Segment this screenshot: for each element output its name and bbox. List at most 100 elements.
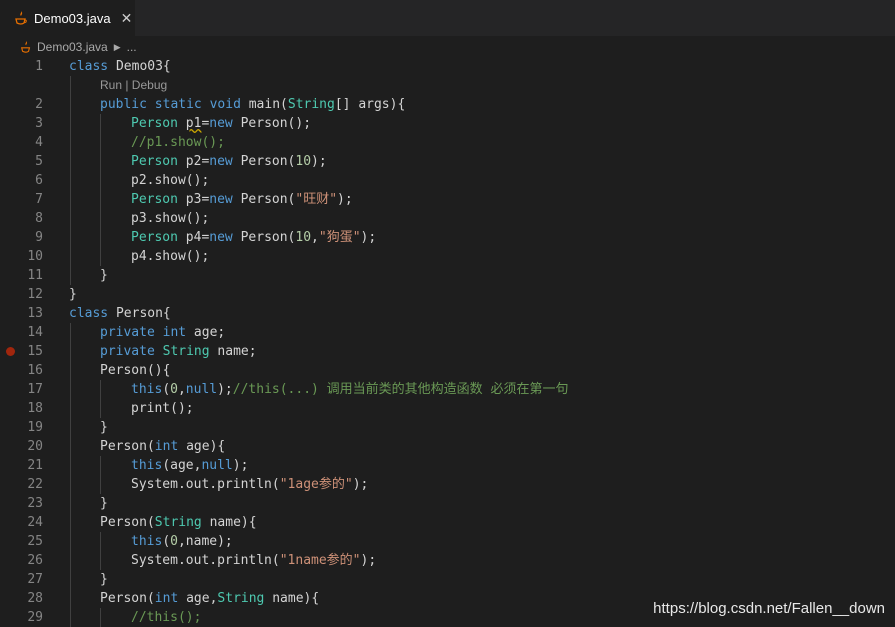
code-token: Person xyxy=(131,192,178,207)
line-number: 14 xyxy=(27,325,43,340)
code-token: private xyxy=(100,344,155,359)
code-token: ); xyxy=(311,154,327,169)
code-line[interactable]: 8 p3.show(); xyxy=(0,209,895,228)
code-line[interactable]: 25 this(0,name); xyxy=(0,532,895,551)
indent-guide xyxy=(100,380,101,399)
line-number: 1 xyxy=(35,59,43,74)
code-line[interactable]: 21 this(age,null); xyxy=(0,456,895,475)
code-token: p1 xyxy=(185,116,202,131)
code-line[interactable]: 7 Person p3=new Person("旺财"); xyxy=(0,190,895,209)
line-number: 27 xyxy=(27,572,43,587)
code-token: name; xyxy=(209,344,257,359)
code-line[interactable]: 22 System.out.println("1age参的"); xyxy=(0,475,895,494)
code-token: } xyxy=(69,287,77,302)
code-line[interactable]: 14 private int age; xyxy=(0,323,895,342)
code-token: p3= xyxy=(177,192,210,207)
code-line[interactable]: 10 p4.show(); xyxy=(0,247,895,266)
code-token: static xyxy=(154,97,202,112)
code-token: int xyxy=(154,439,179,454)
code-token: void xyxy=(209,97,241,112)
tab-label: Demo03.java xyxy=(34,10,111,26)
code-line[interactable]: 13 class Person{ xyxy=(0,304,895,323)
code-token: } xyxy=(100,496,108,511)
close-icon[interactable]: ✕ xyxy=(121,10,133,27)
code-line[interactable]: 2 public static void main(String[] args){ xyxy=(0,95,895,114)
line-number: 24 xyxy=(27,515,43,530)
java-file-icon xyxy=(20,40,32,54)
code-token: //this(...) 调用当前类的其他构造函数 必须在第一句 xyxy=(232,382,569,397)
code-token: age){ xyxy=(178,439,226,454)
code-token: private xyxy=(100,325,155,340)
code-line[interactable]: 17 this(0,null);//this(...) 调用当前类的其他构造函数 … xyxy=(0,380,895,399)
code-text: class Demo03{ xyxy=(69,57,171,76)
line-number: 25 xyxy=(27,534,43,549)
indent-guide xyxy=(70,456,71,475)
code-line[interactable]: 4 //p1.show(); xyxy=(0,133,895,152)
indent-guide xyxy=(70,437,71,456)
code-line[interactable]: 20 Person(int age){ xyxy=(0,437,895,456)
code-line[interactable]: 6 p2.show(); xyxy=(0,171,895,190)
code-token: System.out.println( xyxy=(131,553,280,568)
indent-guide xyxy=(70,608,71,627)
code-line[interactable]: 16 Person(){ xyxy=(0,361,895,380)
breadcrumb-more[interactable]: ... xyxy=(127,40,137,54)
indent-guide xyxy=(70,513,71,532)
code-line[interactable]: 12} xyxy=(0,285,895,304)
code-token: p4= xyxy=(177,230,210,245)
code-text: System.out.println("1name参的"); xyxy=(131,551,376,570)
code-line[interactable]: 5 Person p2=new Person(10); xyxy=(0,152,895,171)
code-token: 10 xyxy=(295,230,312,245)
code-text: Person(String name){ xyxy=(100,513,257,532)
code-token: , xyxy=(311,230,319,245)
code-line[interactable]: 19} xyxy=(0,418,895,437)
code-text: private int age; xyxy=(100,323,225,342)
indent-guide xyxy=(70,95,71,114)
code-line[interactable]: 18 print(); xyxy=(0,399,895,418)
code-line[interactable]: 1 class Demo03{ xyxy=(0,57,895,76)
line-number: 3 xyxy=(35,116,43,131)
code-token: age, xyxy=(178,591,218,606)
code-token: ); xyxy=(360,553,377,568)
line-number: 26 xyxy=(27,553,43,568)
indent-guide xyxy=(70,418,71,437)
code-line[interactable]: 9 Person p4=new Person(10,"狗蛋"); xyxy=(0,228,895,247)
code-line[interactable]: 24 Person(String name){ xyxy=(0,513,895,532)
code-editor[interactable]: 1 class Demo03{Run | Debug 2 public static … xyxy=(0,57,895,627)
line-number: 11 xyxy=(27,268,43,283)
code-token: [] args){ xyxy=(334,97,406,112)
tab-demo03-java[interactable]: Demo03.java ✕ xyxy=(0,0,135,36)
line-number: 15 xyxy=(27,344,43,359)
indent-guide xyxy=(70,551,71,570)
code-token: //p1.show(); xyxy=(131,135,225,150)
indent-guide xyxy=(100,209,101,228)
code-token: p2= xyxy=(177,154,210,169)
chevron-right-icon: ▶ xyxy=(113,41,121,52)
code-token: ); xyxy=(232,458,249,473)
code-text: Person p1=new Person(); xyxy=(131,114,311,133)
indent-guide xyxy=(100,399,101,418)
breadcrumb-file[interactable]: Demo03.java xyxy=(37,40,108,54)
indent-guide xyxy=(100,228,101,247)
line-number: 21 xyxy=(27,458,43,473)
code-token: this xyxy=(131,458,163,473)
line-number: 6 xyxy=(35,173,43,188)
code-text: p3.show(); xyxy=(131,209,209,228)
code-line[interactable]: 11} xyxy=(0,266,895,285)
code-line[interactable]: 27} xyxy=(0,570,895,589)
line-number: 12 xyxy=(27,287,43,302)
code-line[interactable]: 23} xyxy=(0,494,895,513)
code-token: ( xyxy=(162,534,171,549)
code-token: String xyxy=(287,97,335,112)
code-line[interactable]: 3 Person p1=new Person(); xyxy=(0,114,895,133)
code-line[interactable]: 15 private String name; xyxy=(0,342,895,361)
code-token: ); xyxy=(217,382,233,397)
indent-guide xyxy=(100,152,101,171)
code-token: "旺财" xyxy=(295,192,338,207)
code-line[interactable]: 26 System.out.println("1name参的"); xyxy=(0,551,895,570)
run-debug-codelens[interactable]: Run | Debug xyxy=(100,76,167,95)
code-token: new xyxy=(209,116,233,131)
code-token: String xyxy=(217,591,265,606)
code-text: } xyxy=(100,266,108,285)
